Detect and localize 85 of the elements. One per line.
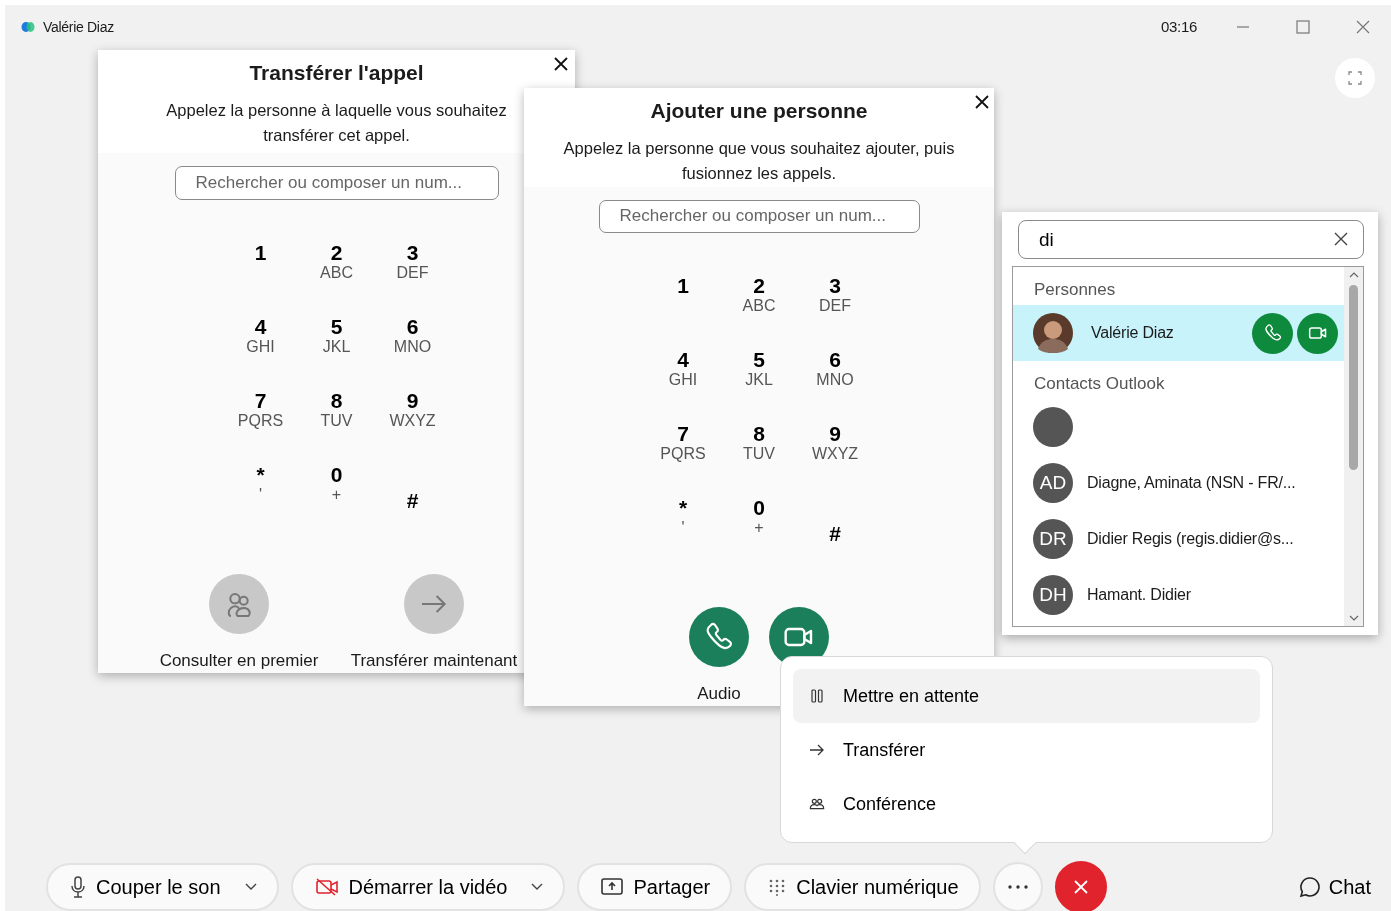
dialog-title: Ajouter une personne (649, 98, 869, 124)
scrollbar[interactable] (1344, 267, 1363, 626)
video-call-button[interactable] (1297, 312, 1338, 354)
pause-icon (809, 688, 825, 704)
contact-name: Hamant. Didier (1087, 585, 1191, 605)
dialog-description: Appelez la personne à laquelle vous souhaitez transférer cet appel. (165, 100, 508, 147)
scrollbar-thumb[interactable] (1349, 285, 1358, 470)
call-button[interactable] (1252, 312, 1293, 354)
toolbar-button[interactable]: Clavier numérique (744, 863, 981, 911)
section-header: Personnes (1033, 279, 1117, 301)
dialog-title: Transférer l'appel (248, 60, 425, 86)
search-field[interactable]: Rechercher ou composer un num... (598, 200, 920, 233)
phone-icon (1262, 323, 1283, 343)
share-screen-icon (601, 878, 624, 896)
people-icon (809, 796, 825, 812)
toolbar-button[interactable]: Couper le son (46, 863, 279, 911)
keypad-key[interactable]: 2 ABC (298, 241, 375, 316)
section-header: Contacts Outlook (1033, 373, 1166, 395)
keypad-key[interactable]: 8 TUV (721, 422, 797, 497)
menu-item[interactable]: Conférence (793, 777, 1260, 831)
toolbar-button[interactable]: Démarrer la vidéo (290, 863, 566, 911)
chat-bubble-icon (1298, 876, 1321, 898)
close-icon (1334, 232, 1348, 246)
avatar: AD (1033, 463, 1073, 503)
keypad-key[interactable]: 0 + (721, 496, 797, 571)
contact-name: Diagne, Aminata (NSN - FR/... (1087, 473, 1296, 493)
caret-icon (244, 883, 257, 891)
chat-button[interactable]: Chat (1298, 872, 1371, 902)
keypad-key[interactable]: # (374, 463, 451, 538)
keypad-key[interactable]: 2 ABC (721, 274, 797, 349)
keypad-key[interactable]: * ' (645, 496, 721, 571)
contact-row[interactable]: Valérie Diaz (1013, 305, 1344, 361)
close-icon (1072, 879, 1089, 895)
arrow-icon (809, 742, 825, 758)
keypad-key[interactable]: 3 DEF (797, 274, 873, 349)
toolbar-button[interactable]: Partager (577, 863, 733, 911)
keypad-key[interactable]: 5 JKL (721, 348, 797, 423)
keypad-key[interactable]: 5 JKL (298, 315, 375, 390)
menu-item[interactable]: Mettre en attente (793, 669, 1260, 723)
keypad-key[interactable]: 3 DEF (374, 241, 451, 316)
search-field[interactable]: di (1018, 220, 1364, 259)
caret-icon (531, 883, 544, 891)
keypad-icon (768, 878, 787, 896)
keypad-key[interactable]: * ' (222, 463, 299, 538)
keypad-key[interactable]: 4 GHI (222, 315, 299, 390)
call-timer: 03:16 (1160, 16, 1197, 37)
contact-row[interactable]: DR Didier Regis (regis.didier@s... (1013, 511, 1344, 567)
close-icon (553, 56, 569, 72)
keypad-key[interactable]: 9 WXYZ (797, 422, 873, 497)
keypad-key[interactable]: 1 (645, 274, 721, 349)
fullscreen-icon (1348, 71, 1362, 85)
close-icon (1356, 20, 1370, 34)
keypad-key[interactable]: 0 + (298, 463, 375, 538)
chevron-up-icon (1348, 271, 1359, 279)
contact-row[interactable]: AD Diagne, Aminata (NSN - FR/... (1013, 455, 1344, 511)
dialog-description: Appelez la personne que vous souhaitez ajouter, puis fusionnez les appels. (562, 138, 956, 185)
keypad-key[interactable]: # (797, 496, 873, 571)
action-label: Audio (697, 682, 741, 705)
avatar: DR (1033, 519, 1073, 559)
menu-item[interactable]: Transférer (793, 723, 1260, 777)
fullscreen-button[interactable] (1335, 58, 1375, 98)
maximize-icon (1296, 20, 1310, 34)
contact-row[interactable]: DH Hamant. Didier (1013, 567, 1344, 623)
keypad-key[interactable]: 6 MNO (374, 315, 451, 390)
contact-name: Valérie Diaz (1091, 323, 1174, 343)
search-field[interactable]: Rechercher ou composer un num... (174, 166, 499, 200)
action-label: Transférer maintenant (350, 649, 518, 672)
keypad-key[interactable]: 9 WXYZ (374, 389, 451, 464)
chevron-down-icon (1348, 614, 1359, 622)
more-icon (1007, 885, 1028, 889)
contact-name: Didier Regis (regis.didier@s... (1087, 529, 1294, 549)
keypad-key[interactable]: 1 (222, 241, 299, 316)
end-call-button[interactable] (1054, 861, 1107, 911)
microphone-icon (70, 876, 86, 898)
keypad-key[interactable]: 4 GHI (645, 348, 721, 423)
window-title: Valérie Diaz (43, 17, 114, 37)
keypad-key[interactable]: 7 PQRS (222, 389, 299, 464)
keypad-key[interactable]: 6 MNO (797, 348, 873, 423)
close-icon (974, 94, 990, 110)
avatar: DH (1033, 575, 1073, 615)
keypad-key[interactable]: 8 TUV (298, 389, 375, 464)
keypad-key[interactable]: 7 PQRS (645, 422, 721, 497)
app-logo-icon (21, 21, 35, 33)
action-label: Consulter en premier (159, 649, 319, 672)
video-off-icon (314, 877, 339, 897)
